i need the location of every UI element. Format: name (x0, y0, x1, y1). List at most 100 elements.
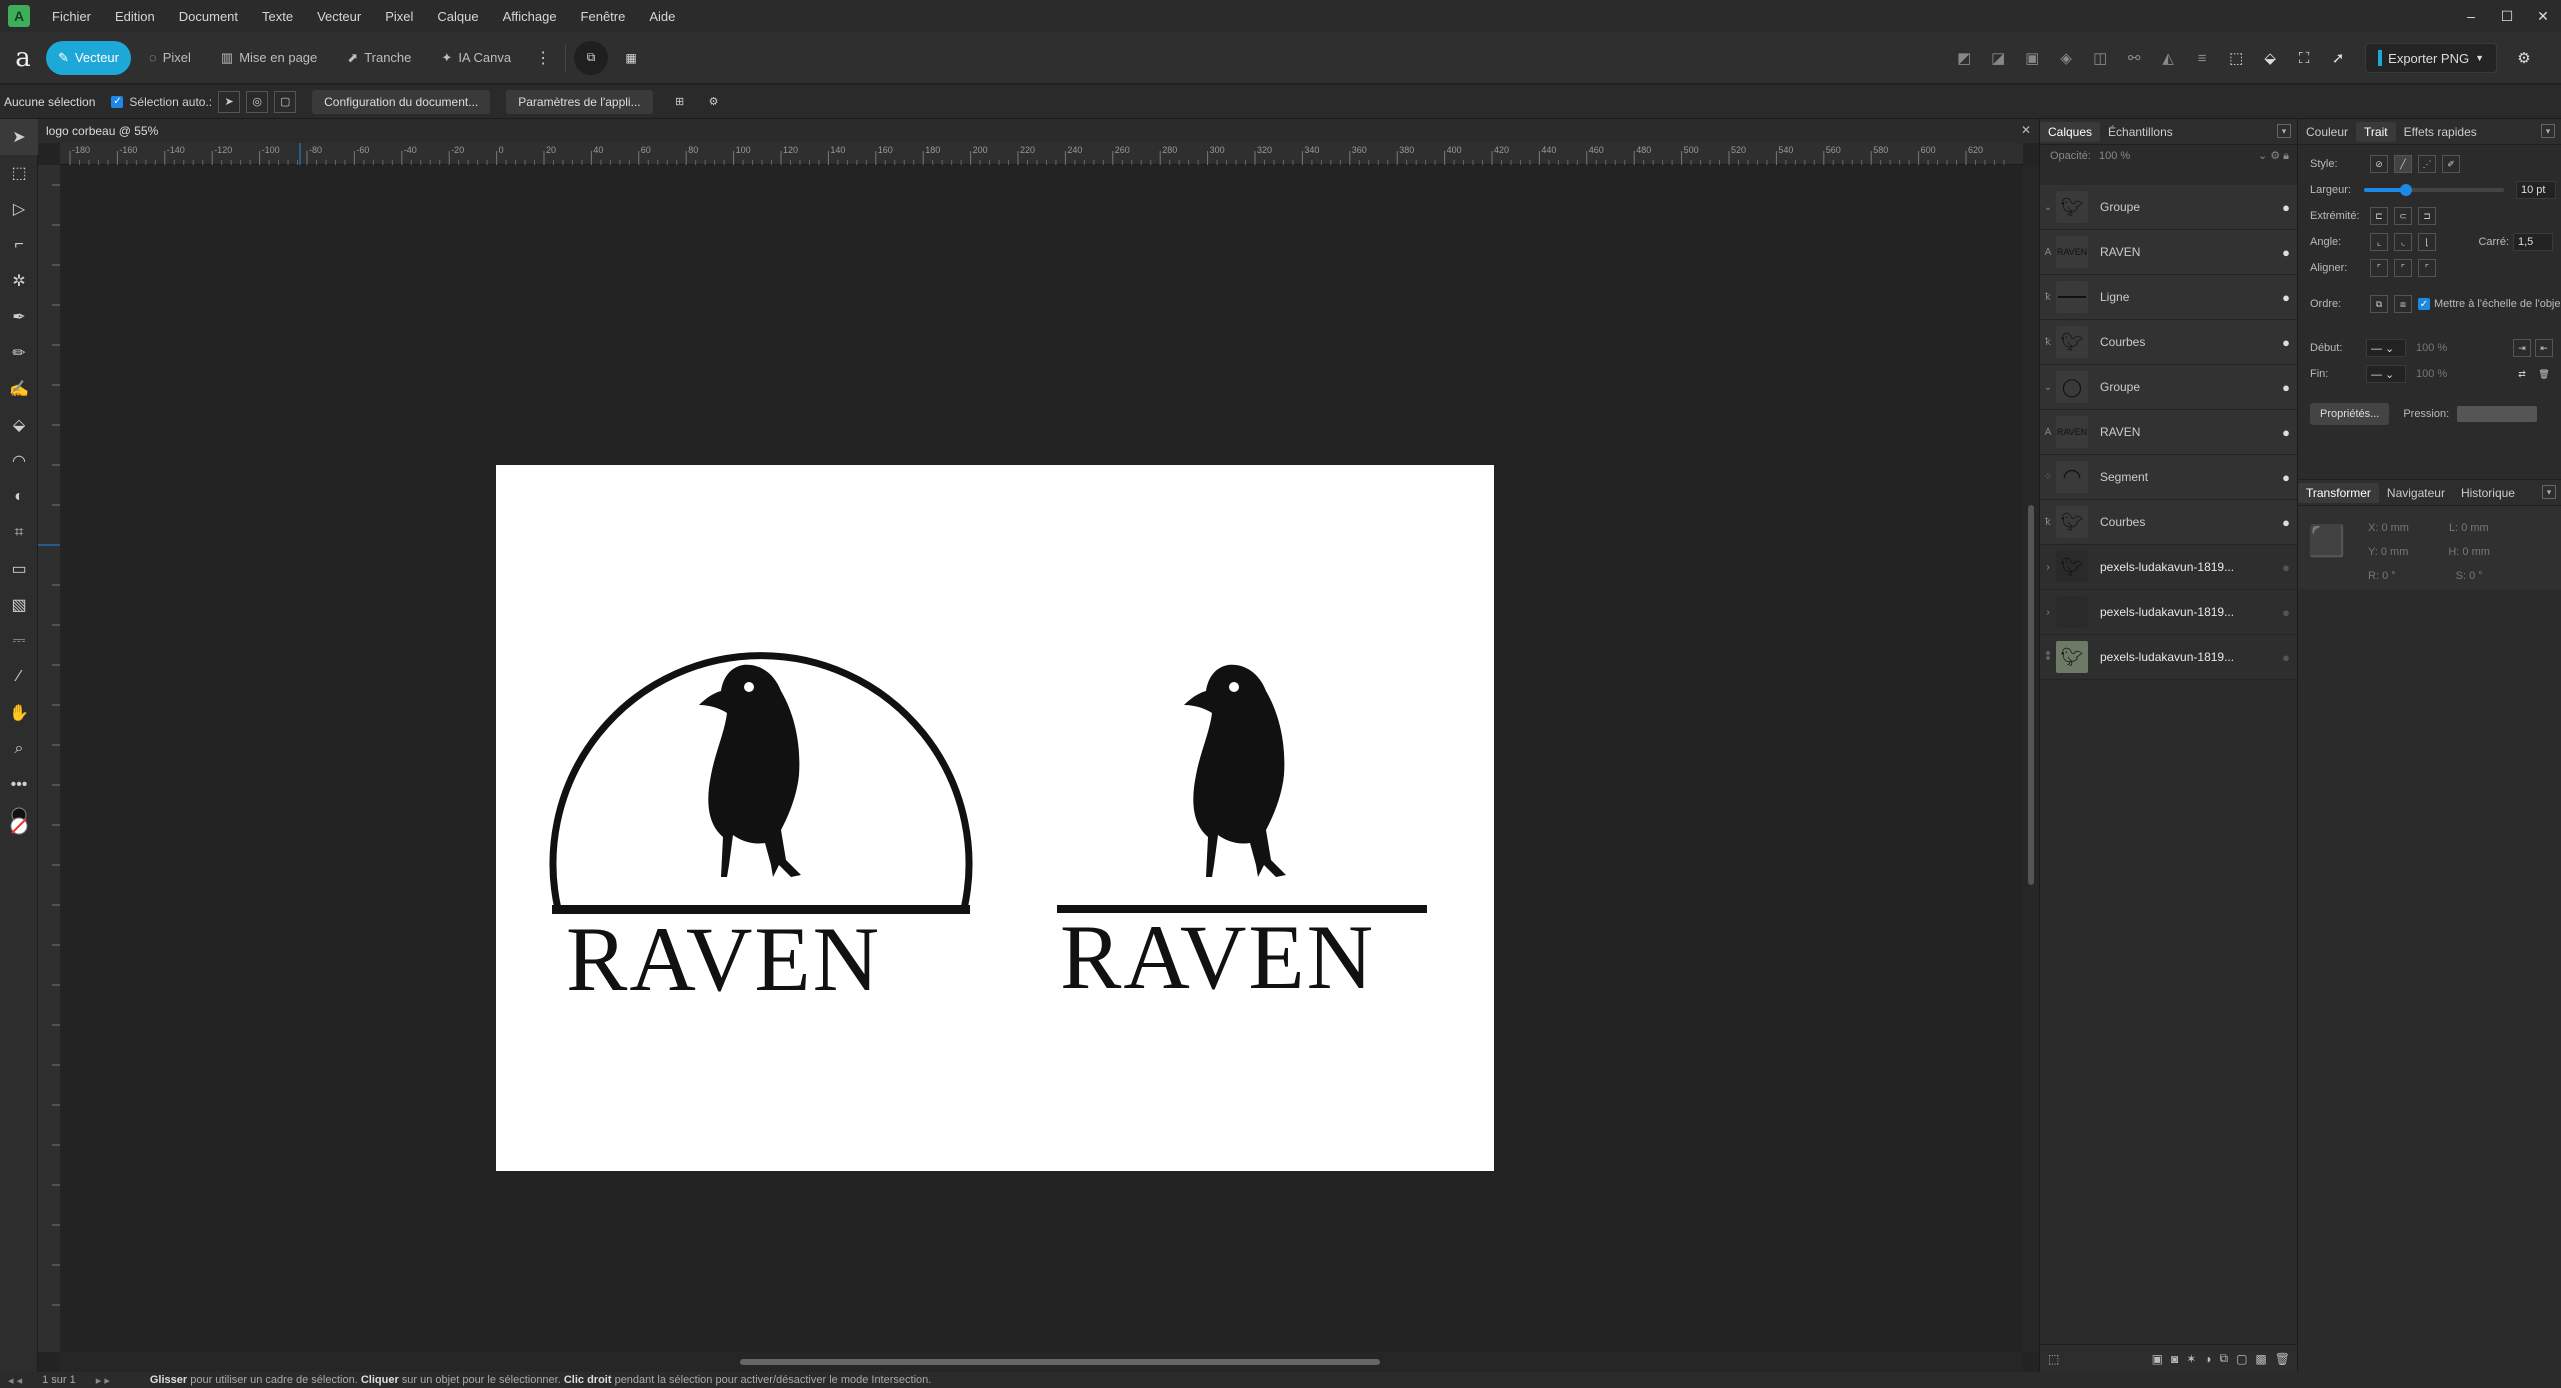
flip-icon[interactable]: ◭ (2151, 41, 2185, 75)
persona-pixel[interactable]: ◌ Pixel (137, 41, 203, 75)
mask-icon[interactable]: ▣ (2152, 1352, 2163, 1366)
eye-icon[interactable]: ● (2274, 470, 2298, 485)
fx-icon[interactable]: ✶ (2186, 1352, 2196, 1366)
persona-mise-en-page[interactable]: ▥ Mise en page (209, 41, 329, 75)
align-center-icon[interactable]: ⌜ (2370, 259, 2388, 277)
properties-button[interactable]: Propriétés... (2310, 403, 2390, 425)
miter-value[interactable]: 1,5 (2513, 233, 2553, 251)
adjustment-add-icon[interactable]: ◙ (2171, 1352, 2178, 1366)
menu-pixel[interactable]: Pixel (373, 9, 425, 24)
menu-document[interactable]: Document (167, 9, 250, 24)
expand-icon[interactable]: › (2040, 562, 2056, 573)
menu-edition[interactable]: Edition (103, 9, 167, 24)
layer-row[interactable]: ꝁ 🐦︎ Courbes ● (2040, 320, 2298, 365)
eye-icon[interactable]: ● (2274, 380, 2298, 395)
menu-vecteur[interactable]: Vecteur (305, 9, 373, 24)
eye-icon[interactable]: ● (2274, 245, 2298, 260)
snapping-icon[interactable]: ⚯ (2117, 41, 2151, 75)
end-arrow-select[interactable]: — ⌄ (2366, 365, 2406, 383)
frame-text-icon[interactable]: ▧ (0, 587, 38, 623)
layer-row[interactable]: ⌄ 🐦︎ Groupe ● (2040, 185, 2298, 230)
layer-row[interactable]: ⁘ ◠ Segment ● (2040, 455, 2298, 500)
zoom-tool-icon[interactable]: ⌕ (0, 731, 38, 767)
tab-effets-rapides[interactable]: Effets rapides (2396, 122, 2485, 142)
layer-row[interactable]: ⁑ 🐦︎ pexels-ludakavun-1819... ● (2040, 635, 2298, 680)
transform-origin-icon[interactable]: ⬚ (2219, 41, 2253, 75)
canvas[interactable]: RAVEN RAVEN (60, 165, 2023, 1352)
x-field[interactable]: 0 mm (2381, 522, 2409, 534)
eye-hidden-icon[interactable]: ● (2274, 650, 2298, 665)
no-stroke-icon[interactable]: ⊘ (2370, 155, 2388, 173)
auto-select-toggle[interactable]: ✓ Sélection auto.: (111, 95, 212, 109)
w-field[interactable]: 0 mm (2461, 522, 2489, 534)
grid-view-button[interactable]: ▦ (614, 41, 648, 75)
brush-stroke-icon[interactable]: ✐ (2442, 155, 2460, 173)
hand-tool-icon[interactable]: ✋ (0, 695, 38, 731)
horizontal-scrollbar[interactable] (60, 1352, 2023, 1372)
boolean-divide-icon[interactable]: ◫ (2083, 41, 2117, 75)
eye-icon[interactable]: ● (2274, 515, 2298, 530)
dashed-stroke-icon[interactable]: ⋰ (2418, 155, 2436, 173)
tab-transformer[interactable]: Transformer (2298, 482, 2379, 503)
swap-arrows-icon[interactable]: ⇥ (2513, 339, 2531, 357)
arrow-align-icon[interactable]: ⇤ (2535, 339, 2553, 357)
align-inside-icon[interactable]: ⌜ (2394, 259, 2412, 277)
start-scale-value[interactable]: 100 % (2416, 342, 2447, 354)
menu-fichier[interactable]: Fichier (40, 9, 103, 24)
opacity-value[interactable]: 100 % (2099, 150, 2130, 162)
eye-icon[interactable]: ● (2274, 425, 2298, 440)
group-icon[interactable]: ⧉ (2220, 1351, 2229, 1366)
place-image-icon[interactable]: ▭ (0, 551, 38, 587)
intersect-select-icon[interactable]: ◎ (246, 90, 269, 113)
new-layer-icon[interactable]: ▢ (2236, 1352, 2247, 1366)
document-tab[interactable]: logo corbeau @ 55% ✕ (38, 119, 2039, 143)
move-tool-icon[interactable]: ➤ (0, 119, 38, 155)
round-join-icon[interactable]: ◟ (2394, 233, 2412, 251)
live-filter-icon[interactable]: ◑ (2204, 1352, 2211, 1366)
bevel-join-icon[interactable]: ⌊ (2418, 233, 2436, 251)
boolean-add-icon[interactable]: ◩ (1947, 41, 1981, 75)
collapse-icon[interactable]: ⌄ (2040, 202, 2056, 213)
h-field[interactable]: 0 mm (2462, 546, 2490, 558)
align-icon[interactable]: ≡ (2185, 41, 2219, 75)
crop-tool-icon[interactable]: ⌗ (0, 515, 38, 551)
s-field[interactable]: 0 ° (2469, 570, 2483, 582)
transparency-tool-icon[interactable]: ◐ (0, 479, 38, 515)
artboard[interactable]: RAVEN RAVEN (496, 465, 1494, 1171)
maximize-icon[interactable]: ☐ (2489, 0, 2525, 32)
vertical-scrollbar[interactable] (2023, 165, 2039, 1352)
width-slider-knob[interactable] (2400, 184, 2412, 196)
y-field[interactable]: 0 mm (2381, 546, 2409, 558)
tab-trait[interactable]: Trait (2356, 121, 2396, 142)
square-cap-icon[interactable]: ⊐ (2418, 207, 2436, 225)
pixel-layer-icon[interactable]: ▩ (2255, 1352, 2266, 1366)
boolean-subtract-icon[interactable]: ◪ (1981, 41, 2015, 75)
trash-icon[interactable]: 🗑︎ (2535, 365, 2553, 383)
tab-navigateur[interactable]: Navigateur (2379, 483, 2453, 503)
round-cap-icon[interactable]: ⊂ (2394, 207, 2412, 225)
menu-affichage[interactable]: Affichage (491, 9, 569, 24)
measure-tool-icon[interactable]: ⎓ (0, 623, 38, 659)
view-mode-button[interactable]: ⧉ (574, 40, 609, 75)
persona-vecteur[interactable]: ✎ Vecteur (46, 40, 131, 75)
menu-texte[interactable]: Texte (250, 9, 305, 24)
pen-tool-icon[interactable]: ✒ (0, 299, 38, 335)
layer-row[interactable]: ⌄ ◯ Groupe ● (2040, 365, 2298, 410)
tab-historique[interactable]: Historique (2453, 483, 2523, 503)
app-settings-button[interactable]: Paramètres de l'appli... (506, 89, 653, 114)
pointer-select-icon[interactable]: ➤ (218, 90, 241, 113)
eye-hidden-icon[interactable]: ● (2274, 560, 2298, 575)
solid-stroke-icon[interactable]: ╱ (2394, 155, 2412, 173)
expand-icon[interactable]: › (2040, 607, 2056, 618)
tab-calques[interactable]: Calques (2040, 121, 2101, 142)
artboard-tool-icon[interactable]: ⬚ (0, 155, 38, 191)
account-icon[interactable]: ⚙ (2507, 41, 2541, 75)
layer-select-icon[interactable]: ▢ (274, 90, 297, 113)
arrange-icon[interactable]: ⬙ (2253, 41, 2287, 75)
close-tab-icon[interactable]: ✕ (2021, 123, 2031, 137)
menu-aide[interactable]: Aide (637, 9, 687, 24)
stroke-behind-icon[interactable]: ⧉ (2370, 295, 2388, 313)
layer-row[interactable]: ꝁ 🐦︎ Courbes ● (2040, 500, 2298, 545)
pressure-graph[interactable] (2457, 406, 2538, 422)
menu-calque[interactable]: Calque (425, 9, 490, 24)
